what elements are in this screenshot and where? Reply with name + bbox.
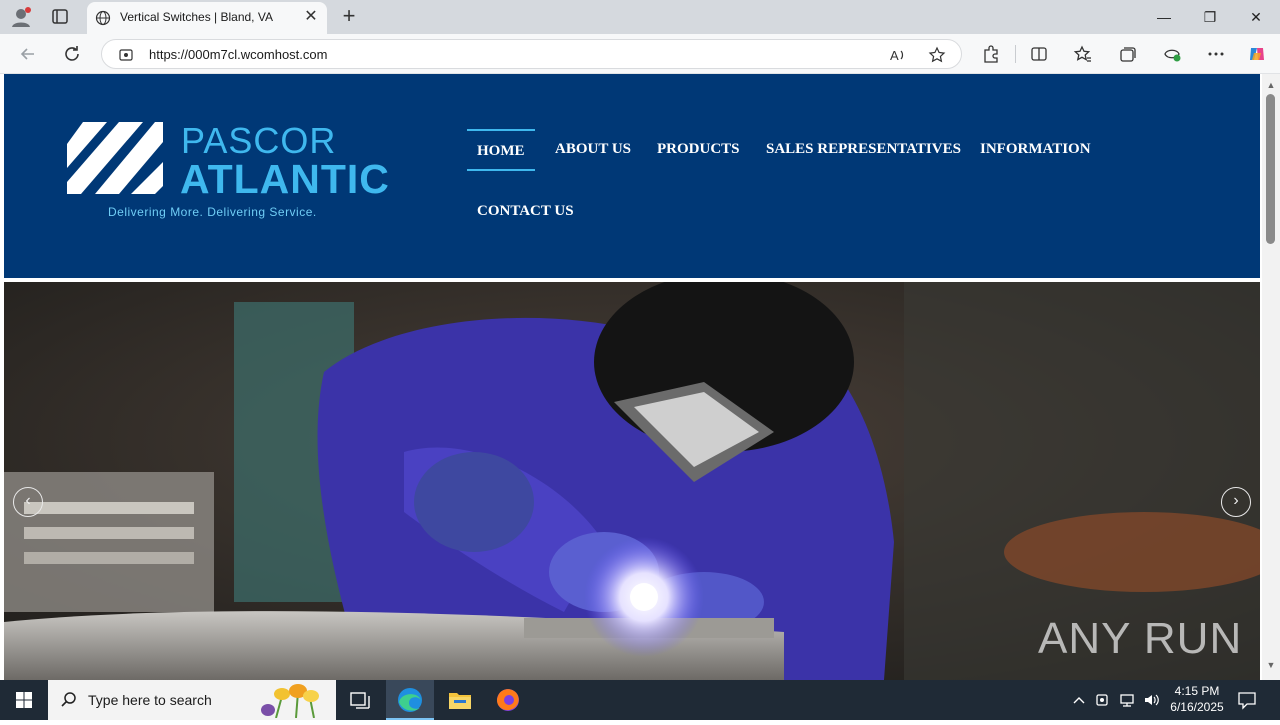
url-field[interactable]: https://000m7cl.wcomhost.com A xyxy=(101,39,962,69)
search-icon xyxy=(60,691,78,709)
more-options-icon[interactable] xyxy=(1206,44,1226,64)
windows-start-icon[interactable] xyxy=(0,680,48,720)
taskbar-search[interactable]: Type here to search xyxy=(48,680,336,720)
svg-text:A: A xyxy=(890,48,899,63)
read-aloud-icon[interactable]: A xyxy=(889,46,907,64)
logo-tagline: Delivering More. Delivering Service. xyxy=(108,205,317,219)
nav-information[interactable]: INFORMATION xyxy=(970,129,1101,171)
volume-icon[interactable] xyxy=(1142,691,1160,709)
address-toolbar: https://000m7cl.wcomhost.com A xyxy=(0,34,1280,74)
scroll-thumb[interactable] xyxy=(1266,94,1275,244)
favorite-star-icon[interactable] xyxy=(928,46,946,64)
logo-text-atlantic: ATLANTIC xyxy=(180,156,390,202)
page-viewport: PASCOR ATLANTIC Delivering More. Deliver… xyxy=(0,74,1262,680)
notification-center-icon[interactable] xyxy=(1236,690,1258,710)
nav-products[interactable]: PRODUCTS xyxy=(647,129,750,171)
meet-now-icon[interactable] xyxy=(1094,691,1112,709)
show-hidden-icons-icon[interactable] xyxy=(1070,691,1088,709)
globe-icon xyxy=(95,10,111,26)
nav-sales-representatives[interactable]: SALES REPRESENTATIVES xyxy=(756,129,971,171)
logo-mark-icon xyxy=(67,122,163,194)
slider-next-button[interactable]: › xyxy=(1221,487,1251,517)
tab-actions-icon[interactable] xyxy=(48,7,72,27)
restore-button[interactable]: ❐ xyxy=(1187,0,1233,34)
browser-tab-bar: Vertical Switches | Bland, VA ✕ + — ❐ ✕ xyxy=(0,0,1280,34)
minimize-button[interactable]: — xyxy=(1141,0,1187,34)
slider-prev-button[interactable]: ‹ xyxy=(13,487,43,517)
nav-about-us[interactable]: ABOUT US xyxy=(545,129,641,171)
clock-time: 4:15 PM xyxy=(1174,684,1220,698)
close-window-button[interactable]: ✕ xyxy=(1233,0,1279,34)
edge-taskbar-icon[interactable] xyxy=(386,680,434,720)
firefox-icon[interactable] xyxy=(484,680,532,720)
profile-icon[interactable] xyxy=(10,6,32,28)
clock-date: 6/16/2025 xyxy=(1170,700,1224,714)
refresh-icon[interactable] xyxy=(61,43,83,65)
task-view-icon[interactable] xyxy=(336,680,384,720)
site-header: PASCOR ATLANTIC Delivering More. Deliver… xyxy=(4,74,1260,278)
search-placeholder: Type here to search xyxy=(88,692,212,708)
scroll-up-icon[interactable]: ▲ xyxy=(1266,80,1276,90)
new-tab-button[interactable]: + xyxy=(338,5,360,27)
copilot-icon[interactable] xyxy=(1247,44,1267,64)
favorites-icon[interactable] xyxy=(1073,44,1093,64)
scroll-down-icon[interactable]: ▼ xyxy=(1266,660,1276,670)
hero-slider[interactable]: ‹ › ANY RUN xyxy=(4,282,1260,680)
close-tab-icon[interactable]: ✕ xyxy=(303,9,319,25)
network-icon[interactable] xyxy=(1118,691,1136,709)
file-explorer-icon[interactable] xyxy=(436,680,484,720)
collections-icon[interactable] xyxy=(1118,44,1138,64)
windows-taskbar: Type here to search 4:15 PM 6/16/2025 xyxy=(0,680,1280,720)
watermark-text: ANY RUN xyxy=(1038,614,1243,663)
extensions-icon[interactable] xyxy=(981,44,1001,64)
page-scrollbar[interactable]: ▲ ▼ xyxy=(1262,74,1280,680)
split-screen-icon[interactable] xyxy=(1029,44,1049,64)
search-highlight-flowers-icon xyxy=(256,682,334,719)
browser-tab-active[interactable]: Vertical Switches | Bland, VA ✕ xyxy=(87,2,327,34)
back-icon[interactable] xyxy=(17,43,39,65)
nav-home[interactable]: HOME xyxy=(467,129,535,171)
tab-title: Vertical Switches | Bland, VA xyxy=(120,10,273,24)
site-info-icon[interactable] xyxy=(118,47,134,63)
browser-essentials-icon[interactable] xyxy=(1162,44,1182,64)
anyrun-watermark: ANY RUN xyxy=(1038,610,1241,670)
site-logo[interactable]: PASCOR ATLANTIC Delivering More. Deliver… xyxy=(67,120,389,222)
nav-contact-us[interactable]: CONTACT US xyxy=(467,191,584,233)
url-text[interactable]: https://000m7cl.wcomhost.com xyxy=(149,47,327,62)
taskbar-clock[interactable]: 4:15 PM 6/16/2025 xyxy=(1168,683,1226,715)
toolbar-divider xyxy=(1015,45,1016,63)
